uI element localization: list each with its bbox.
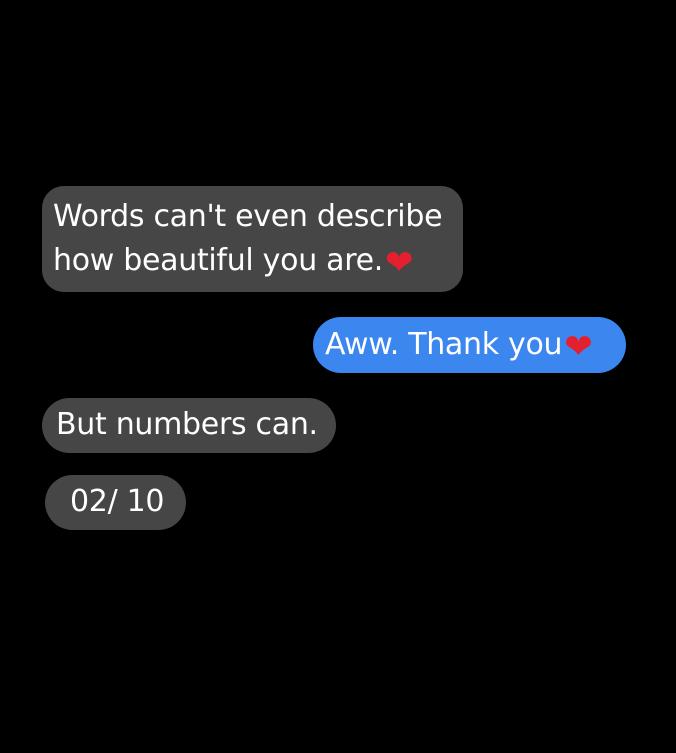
message-text-line: Words can't even describe [53, 199, 443, 234]
message-text: how beautiful you are. [53, 243, 383, 278]
message-text: 02/ 10 [70, 484, 165, 519]
heart-icon: ❤ [564, 327, 593, 367]
message-bubble-incoming[interactable]: 02/ 10 [45, 475, 186, 530]
message-bubble-incoming[interactable]: Words can't even describe how beautiful … [42, 186, 463, 292]
message-text: Aww. Thank you [325, 327, 563, 362]
message-text-line: how beautiful you are.❤ [53, 239, 463, 283]
message-bubble-outgoing[interactable]: Aww. Thank you❤ [313, 317, 626, 373]
heart-icon: ❤ [385, 243, 414, 283]
message-text: But numbers can. [56, 407, 318, 442]
chat-thread: Words can't even describe how beautiful … [0, 0, 676, 753]
message-bubble-incoming[interactable]: But numbers can. [42, 398, 336, 453]
